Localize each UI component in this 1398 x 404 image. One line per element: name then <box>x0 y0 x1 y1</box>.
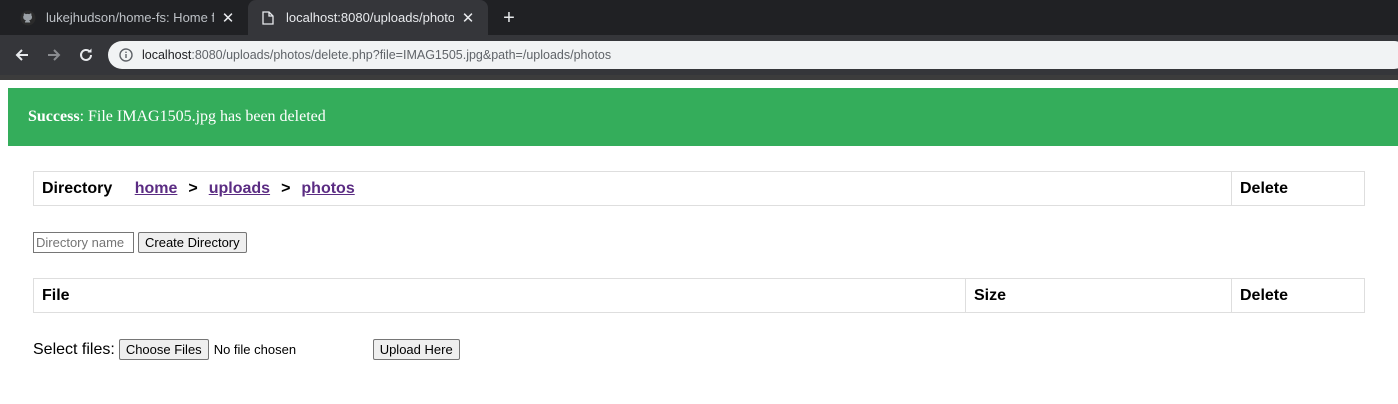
document-icon <box>260 10 276 26</box>
info-icon[interactable] <box>118 47 134 63</box>
browser-toolbar: localhost:8080/uploads/photos/delete.php… <box>0 35 1398 75</box>
create-directory-form: Create Directory <box>33 232 247 253</box>
alert-label: Success <box>28 108 80 125</box>
file-header: File <box>33 278 966 313</box>
size-header: Size <box>965 278 1232 313</box>
close-icon[interactable]: ✕ <box>220 10 236 27</box>
upload-form: Select files: Choose Files No file chose… <box>33 339 460 360</box>
directory-cell: Directory home > uploads > photos <box>33 171 1232 206</box>
upload-button[interactable]: Upload Here <box>372 339 460 360</box>
breadcrumb-home[interactable]: home <box>135 180 178 197</box>
select-files-label: Select files: <box>33 340 115 358</box>
tab-title: lukejhudson/home-fs: Home file <box>46 10 214 25</box>
address-bar[interactable]: localhost:8080/uploads/photos/delete.php… <box>108 41 1398 69</box>
tab-title: localhost:8080/uploads/photos/ <box>286 10 454 25</box>
close-icon[interactable]: ✕ <box>460 10 476 27</box>
tab-github[interactable]: lukejhudson/home-fs: Home file ✕ <box>8 0 248 35</box>
alert-message: : File IMAG1505.jpg has been deleted <box>79 108 326 125</box>
create-directory-button[interactable]: Create Directory <box>138 232 247 253</box>
breadcrumb-uploads[interactable]: uploads <box>209 180 270 197</box>
back-icon[interactable] <box>10 43 34 67</box>
github-icon <box>20 10 36 26</box>
tab-bar: lukejhudson/home-fs: Home file ✕ localho… <box>0 0 1398 35</box>
directory-table: Directory home > uploads > photos Delete <box>33 171 1365 206</box>
breadcrumb-separator: > <box>281 179 291 197</box>
choose-files-button[interactable]: Choose Files <box>118 339 209 360</box>
delete-header: Delete <box>1231 171 1365 206</box>
url-text: localhost:8080/uploads/photos/delete.php… <box>142 48 611 62</box>
url-path: :8080/uploads/photos/delete.php?file=IMA… <box>191 48 612 62</box>
delete-header: Delete <box>1231 278 1365 313</box>
page-divider <box>0 75 1398 80</box>
url-host: localhost <box>142 48 192 62</box>
new-tab-icon[interactable]: + <box>498 7 520 29</box>
directory-name-input[interactable] <box>33 232 134 253</box>
tab-localhost[interactable]: localhost:8080/uploads/photos/ ✕ <box>248 0 488 35</box>
forward-icon[interactable] <box>42 43 66 67</box>
success-alert: Success: File IMAG1505.jpg has been dele… <box>8 88 1398 146</box>
directory-label: Directory <box>42 179 113 197</box>
file-status: No file chosen <box>213 342 297 357</box>
breadcrumb-separator: > <box>188 179 198 197</box>
file-table: File Size Delete <box>33 278 1365 313</box>
breadcrumb-photos[interactable]: photos <box>301 180 354 197</box>
reload-icon[interactable] <box>74 43 98 67</box>
